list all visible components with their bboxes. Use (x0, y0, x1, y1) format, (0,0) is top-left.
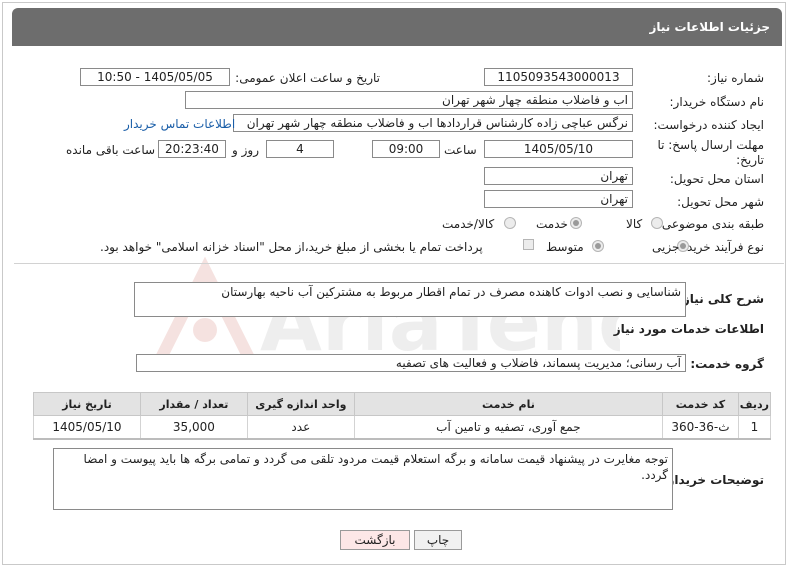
process-option-partial: جزیی (652, 240, 680, 254)
province-field[interactable]: تهران (484, 167, 633, 185)
buyer-org-label: نام دستگاه خریدار: (669, 95, 765, 109)
services-section-title: اطلاعات خدمات مورد نیاز (613, 322, 764, 336)
table-row: 1 ث-36-360 جمع آوری، تصفیه و تامین آب عد… (33, 415, 772, 440)
print-button[interactable]: چاپ (414, 530, 462, 550)
time-label: ساعت (444, 143, 477, 157)
back-button[interactable]: بازگشت (340, 530, 410, 550)
city-field[interactable]: تهران (484, 190, 633, 208)
cell-unit: عدد (246, 415, 355, 440)
col-date: تاریخ نیاز (33, 392, 141, 416)
service-group-field[interactable]: آب رسانی؛ مدیریت پسماند، فاضلاب و فعالیت… (136, 354, 686, 372)
deadline-date-field[interactable]: 1405/05/10 (484, 140, 633, 158)
process-label: نوع فرآیند خرید : (679, 240, 764, 254)
panel-title: جزئیات اطلاعات نیاز (649, 20, 770, 34)
divider (14, 263, 784, 264)
need-number-field[interactable]: 1105093543000013 (484, 68, 633, 86)
announce-field[interactable]: 1405/05/05 - 10:50 (80, 68, 230, 86)
creator-label: ایجاد کننده درخواست: (653, 118, 764, 132)
category-option-service: خدمت (536, 217, 568, 231)
category-radio-goods-service[interactable] (504, 217, 516, 229)
deadline-time-field[interactable]: 09:00 (372, 140, 440, 158)
buyer-org-field[interactable]: اب و فاضلاب منطقه چهار شهر تهران (185, 91, 633, 109)
col-qty: تعداد / مقدار (139, 392, 248, 416)
category-option-goods-service: کالا/خدمت (442, 217, 495, 231)
category-radio-service[interactable] (570, 217, 582, 229)
col-row: ردیف (737, 392, 772, 416)
cell-date: 1405/05/10 (33, 415, 141, 440)
category-label: طبقه بندی موضوعی: (657, 217, 764, 231)
cell-name: جمع آوری، تصفیه و تامین آب (353, 415, 664, 440)
deadline-label: مهلت ارسال پاسخ: تا تاریخ: (657, 138, 764, 167)
description-textarea[interactable]: شناسایی و نصب ادوات کاهنده مصرف در تمام … (134, 282, 686, 317)
category-option-goods: کالا (626, 217, 643, 231)
col-name: نام خدمت (353, 392, 664, 416)
creator-field[interactable]: نرگس عباچی زاده کارشناس قراردادها اب و ف… (233, 114, 633, 132)
treasury-payment-note: پرداخت تمام یا بخشی از مبلغ خرید،از محل … (100, 240, 483, 254)
description-label: شرح کلی نیاز: (678, 292, 764, 306)
contact-info-link[interactable]: اطلاعات تماس خریدار (124, 117, 235, 131)
cell-row: 1 (737, 415, 772, 440)
need-number-label: شماره نیاز: (707, 71, 764, 85)
service-group-label: گروه خدمت: (690, 357, 764, 371)
category-radio-goods[interactable] (651, 217, 663, 229)
remaining-time-field[interactable]: 20:23:40 (158, 140, 226, 158)
buyer-notes-label: توضیحات خریدار: (662, 473, 764, 487)
days-field[interactable]: 4 (266, 140, 334, 158)
buyer-notes-textarea[interactable]: توجه مغایرت در پیشنهاد قیمت سامانه و برگ… (53, 448, 673, 510)
remaining-label: ساعت باقی مانده (66, 143, 156, 157)
col-unit: واحد اندازه گیری (246, 392, 355, 416)
process-radio-medium[interactable] (592, 240, 604, 252)
process-option-medium: متوسط (546, 240, 584, 254)
services-table: ردیف کد خدمت نام خدمت واحد اندازه گیری ت… (33, 392, 772, 440)
days-label: روز و (232, 143, 259, 157)
col-code: کد خدمت (662, 392, 739, 416)
province-label: استان محل تحویل: (669, 172, 764, 186)
cell-qty: 35,000 (139, 415, 248, 440)
city-label: شهر محل تحویل: (677, 195, 764, 209)
announce-label: تاریخ و ساعت اعلان عمومی: (235, 71, 380, 85)
panel-header: جزئیات اطلاعات نیاز (12, 8, 782, 46)
cell-code: ث-36-360 (662, 415, 739, 440)
services-table-header: ردیف کد خدمت نام خدمت واحد اندازه گیری ت… (33, 392, 772, 416)
treasury-payment-checkbox[interactable] (523, 239, 534, 250)
